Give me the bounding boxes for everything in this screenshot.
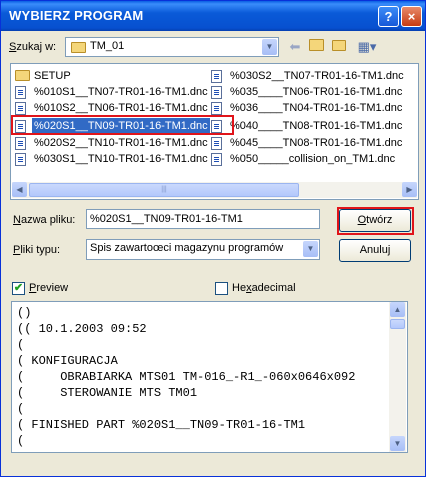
scroll-thumb[interactable]: [390, 319, 405, 329]
file-icon: [211, 102, 222, 115]
folder-icon: [71, 42, 86, 53]
preview-line: ( FINISHED PART %020S1__TN09-TR01-16-TM1: [17, 418, 306, 432]
preview-checkbox[interactable]: ✔: [12, 282, 25, 295]
hexadecimal-checkbox[interactable]: [215, 282, 228, 295]
look-in-value: TM_01: [90, 40, 125, 52]
file-list-hscrollbar[interactable]: ◀ ||| ▶: [12, 182, 417, 198]
preview-pane[interactable]: () (( 10.1.2003 09:52 ( ( KONFIGURACJA (…: [11, 301, 408, 453]
look-in-dropdown[interactable]: TM_01 ▼: [65, 37, 279, 57]
status-bar: [1, 462, 425, 476]
preview-label: Preview: [29, 282, 69, 294]
cancel-button[interactable]: Anuluj: [339, 239, 411, 262]
preview-line: (: [17, 338, 25, 352]
title-bar[interactable]: WYBIERZ PROGRAM ? ×: [1, 1, 425, 31]
file-icon: [15, 153, 26, 166]
scroll-thumb[interactable]: |||: [29, 183, 299, 197]
file-icon: [15, 102, 26, 115]
up-folder-icon[interactable]: [308, 39, 324, 55]
preview-line: ( KONFIGURACJA: [17, 354, 118, 368]
look-in-label: Szukaj w:: [9, 41, 57, 53]
preview-line: (( 10.1.2003 09:52: [17, 322, 147, 336]
selection-highlight-box: [11, 115, 234, 135]
hexadecimal-label: Hexadecimal: [232, 282, 296, 294]
file-icon: [211, 137, 222, 150]
preview-line: (: [17, 434, 25, 448]
file-icon: [15, 137, 26, 150]
folder-icon: [15, 70, 30, 81]
file-name-input[interactable]: %020S1__TN09-TR01-16-TM1: [86, 209, 320, 229]
window-title: WYBIERZ PROGRAM: [9, 8, 144, 23]
preview-line: (): [17, 306, 32, 320]
close-button[interactable]: ×: [401, 6, 422, 27]
scroll-up-icon[interactable]: ▲: [390, 302, 405, 317]
file-type-label: Pliki typu:: [13, 244, 61, 256]
file-name-label: Nazwa pliku:: [13, 214, 76, 226]
scroll-left-icon[interactable]: ◀: [12, 182, 27, 197]
scroll-down-icon[interactable]: ▼: [390, 436, 405, 451]
chevron-down-icon[interactable]: ▼: [262, 39, 277, 55]
open-program-dialog: WYBIERZ PROGRAM ? × Szukaj w: TM_01 ▼ ⬅ …: [0, 0, 426, 477]
file-icon: [211, 86, 222, 99]
preview-line: ( OBRABIARKA MTS01 TM-016_-R1_-060x0646x…: [17, 370, 356, 384]
file-icon: [211, 70, 222, 83]
file-icon: [15, 86, 26, 99]
file-type-dropdown[interactable]: Spis zawartoœci magazynu programów ▼: [86, 239, 320, 260]
preview-line: (: [17, 402, 25, 416]
chevron-down-icon[interactable]: ▼: [303, 241, 318, 257]
scroll-right-icon[interactable]: ▶: [402, 182, 417, 197]
views-menu-icon[interactable]: ▦▾: [355, 39, 379, 55]
file-type-value: Spis zawartoœci magazynu programów: [90, 242, 284, 254]
back-arrow-icon[interactable]: ⬅: [287, 39, 303, 55]
open-button-highlight-box: [337, 207, 414, 235]
file-icon: [211, 153, 222, 166]
new-folder-icon[interactable]: [331, 39, 347, 55]
preview-line: ( STEROWANIE MTS TM01: [17, 386, 198, 400]
help-button[interactable]: ?: [378, 6, 399, 27]
preview-vscrollbar[interactable]: ▲ ▼: [389, 302, 406, 452]
